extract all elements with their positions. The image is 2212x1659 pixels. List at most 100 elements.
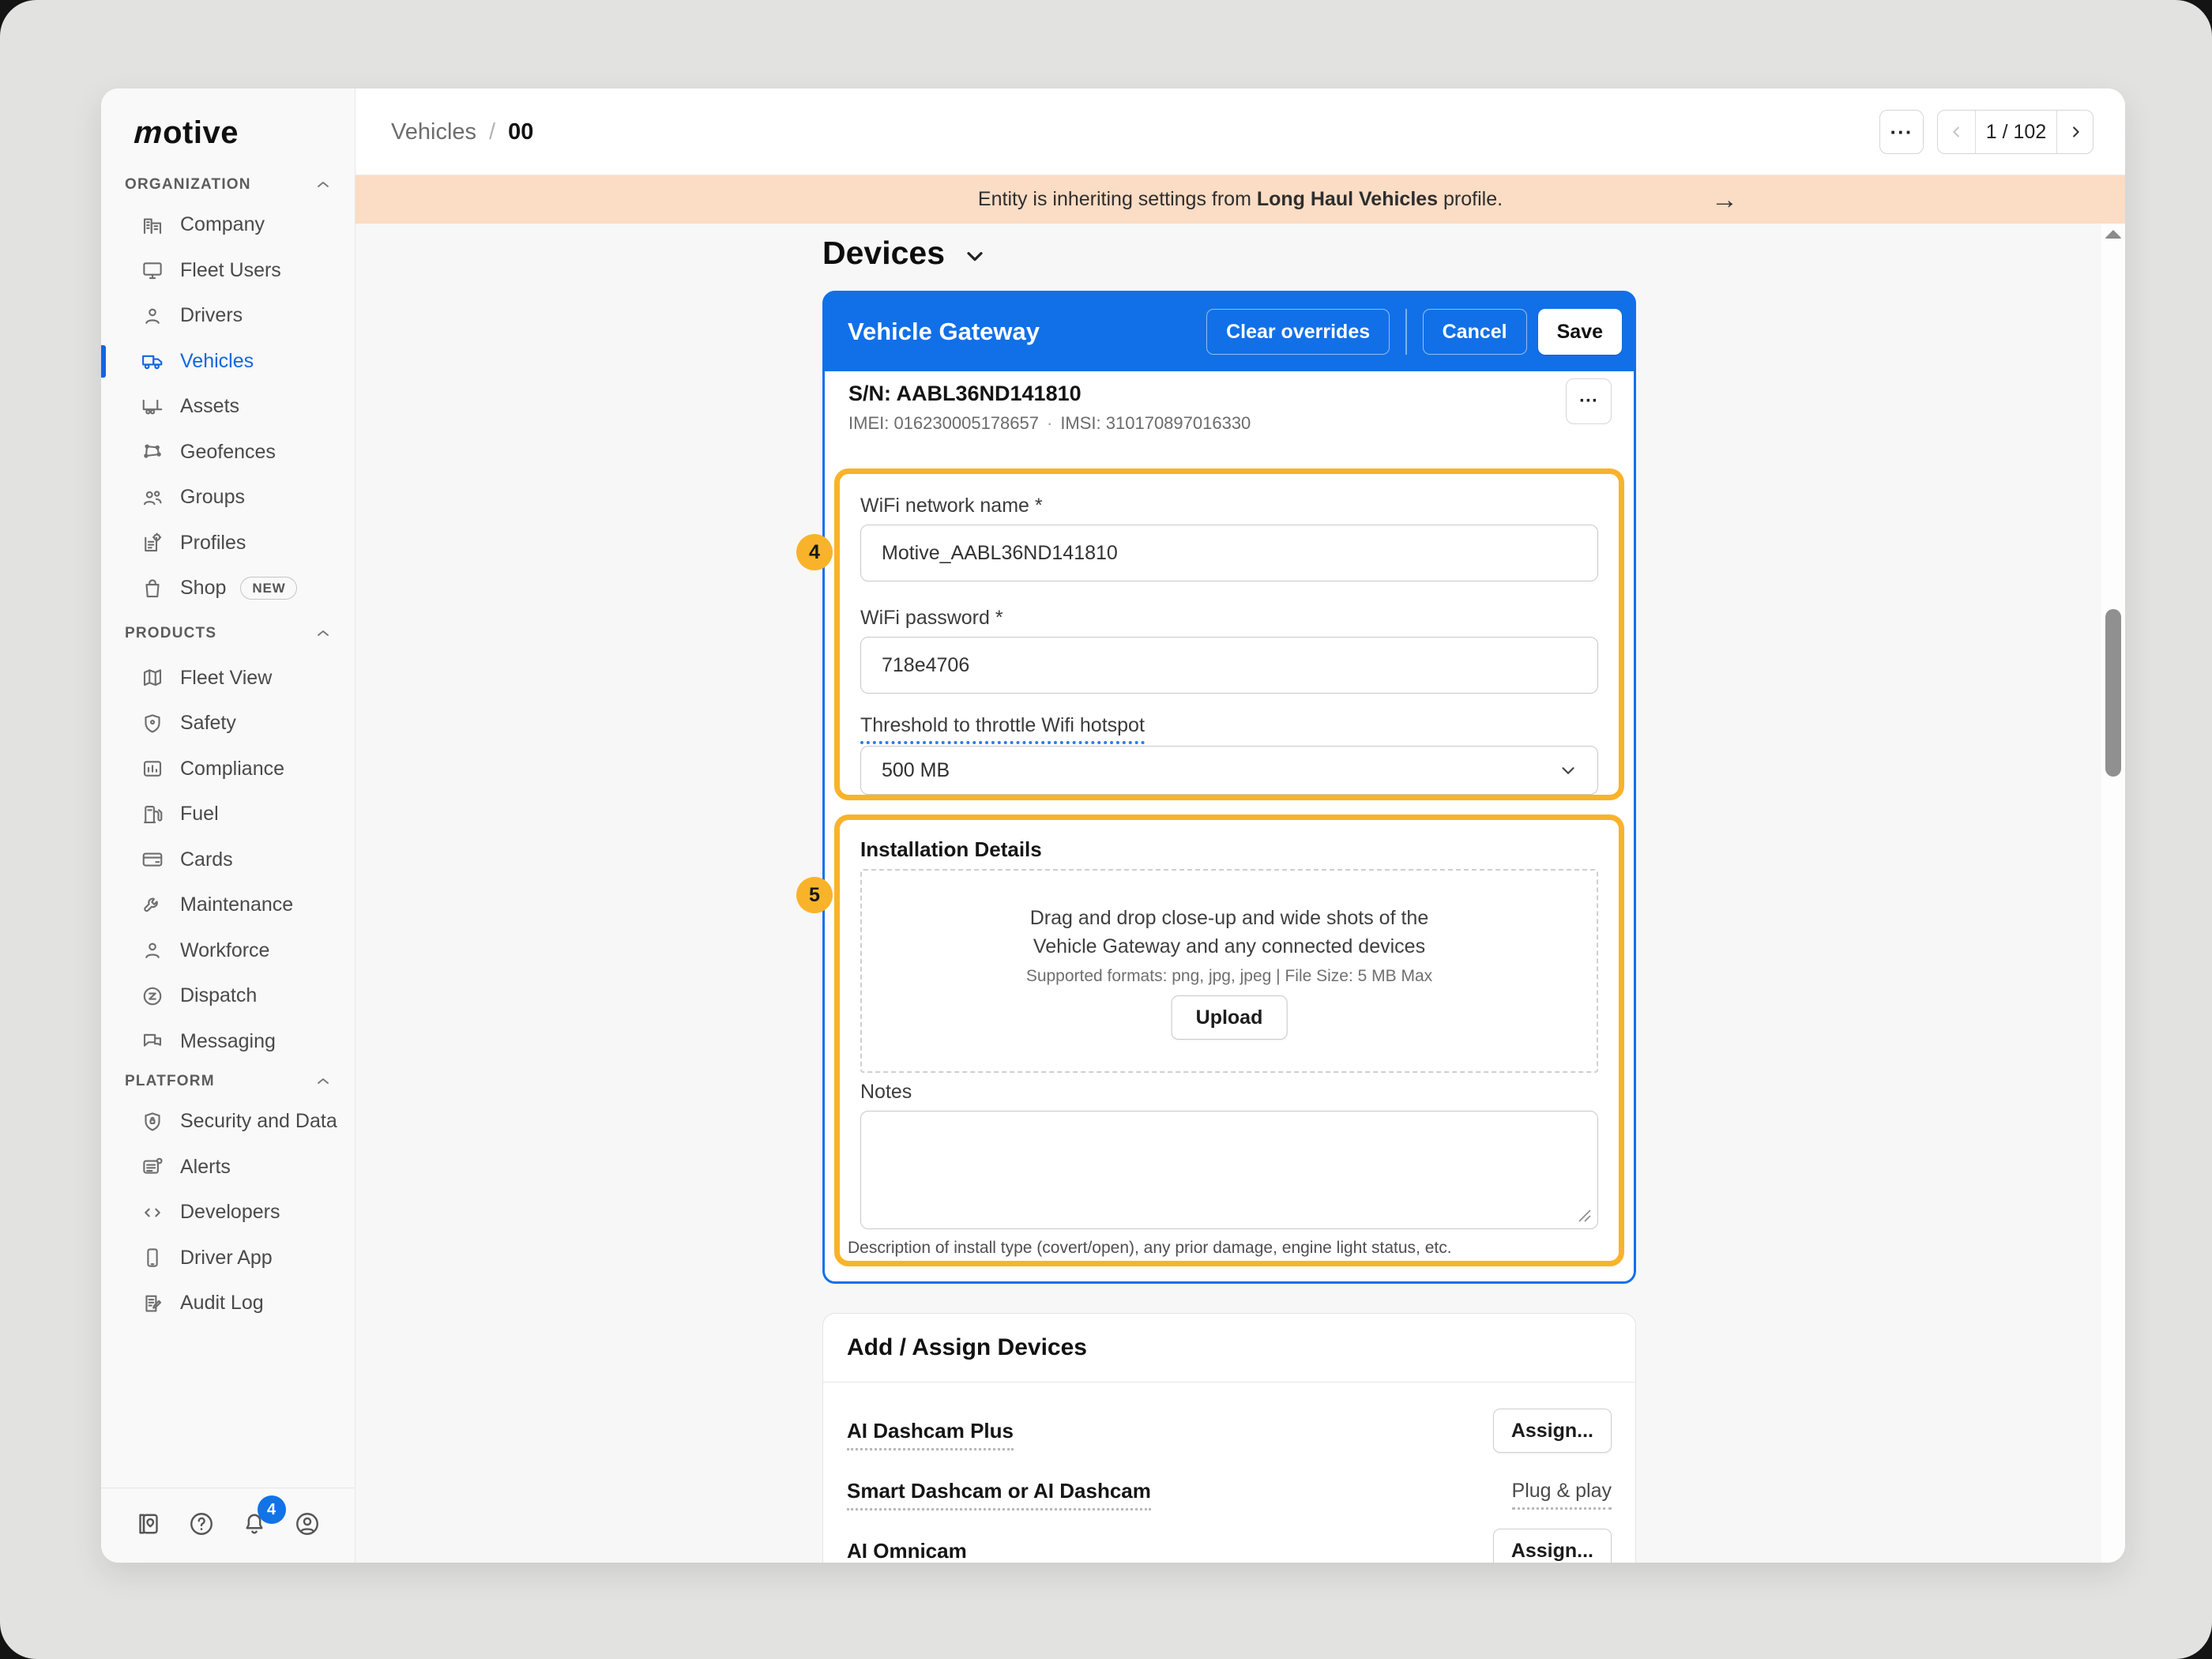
sidebar-item-security-and-data[interactable]: Security and Data [101,1099,355,1145]
sidebar-item-geofences[interactable]: Geofences [101,430,355,476]
devices-section-toggle[interactable]: Devices [822,235,988,272]
footer-notifications-button[interactable]: 4 [237,1508,272,1543]
sidebar-item-workforce[interactable]: Workforce [101,928,355,974]
sidebar-item-dispatch[interactable]: Dispatch [101,973,355,1019]
sidebar-item-groups[interactable]: Groups [101,475,355,521]
sidebar-item-cards[interactable]: Cards [101,837,355,883]
installation-details-title: Installation Details [860,837,1042,862]
dropzone-formats: Supported formats: png, jpg, jpeg | File… [862,967,1597,986]
sidebar-item-fuel[interactable]: Fuel [101,792,355,837]
inheritance-banner: Entity is inheriting settings from Long … [356,175,2125,224]
sidebar-item-safety[interactable]: Safety [101,701,355,747]
main-content: Devices Vehicle Gateway Clear overrides … [356,224,2101,1563]
assign-ai-omnicam-button[interactable]: Assign... [1493,1529,1612,1563]
add-assign-devices-card: Add / Assign Devices AI Dashcam PlusAssi… [822,1313,1636,1563]
dispatch-icon [141,984,164,1008]
scrollbar-track[interactable] [2101,224,2125,1563]
more-actions-button[interactable]: ··· [1879,110,1924,154]
code-icon [141,1201,164,1224]
pager-count: 1 / 102 [1976,111,2056,153]
vehicle-gateway-header: Vehicle Gateway Clear overrides Cancel S… [824,292,1635,371]
notes-label: Notes [860,1081,912,1104]
shield-lock-icon [141,1110,164,1134]
chevron-up-icon [314,1072,333,1091]
wrench-icon [141,893,164,917]
wifi-network-name-input[interactable] [860,525,1598,581]
sidebar-item-audit-log[interactable]: Audit Log [101,1281,355,1326]
resize-handle-icon[interactable] [1578,1209,1592,1223]
trailer-icon [141,395,164,419]
notes-textarea[interactable] [860,1111,1598,1229]
sidebar-item-messaging[interactable]: Messaging [101,1019,355,1065]
save-button[interactable]: Save [1538,309,1622,355]
footer-account-button[interactable] [290,1508,325,1543]
nav-section-platform[interactable]: PLATFORM [101,1064,355,1099]
sidebar: motive ORGANIZATION CompanyFleet UsersDr… [101,88,356,1563]
motive-logo[interactable]: motive [134,115,239,151]
chevron-up-icon [314,624,333,643]
upload-button[interactable]: Upload [1172,995,1288,1040]
banner-arrow-link[interactable]: → [1711,186,1738,213]
scroll-up-arrow-icon[interactable] [2105,230,2122,239]
page-header: Vehicles / 00 ··· 1 / 102 [356,88,2125,175]
pager-prev-button[interactable] [1938,111,1976,153]
phone-icon [141,1246,164,1270]
footer-help-button[interactable] [184,1508,219,1543]
wifi-network-name-label: WiFi network name * [860,495,1043,517]
footer-resources-button[interactable] [131,1508,166,1543]
logo-text: otive [163,115,239,150]
doc-pencil-icon [141,1292,164,1315]
clear-overrides-button[interactable]: Clear overrides [1206,309,1390,355]
wifi-password-input[interactable] [860,637,1598,694]
chevron-left-icon [1948,123,1966,141]
scrollbar-thumb[interactable] [2105,609,2121,777]
sidebar-item-alerts[interactable]: Alerts [101,1145,355,1191]
sidebar-item-drivers[interactable]: Drivers [101,293,355,339]
wifi-settings-highlight: WiFi network name * WiFi password * Thre… [834,468,1624,800]
smart-dashcam-plug-and-play-link[interactable]: Plug & play [1512,1480,1612,1503]
breadcrumb-vehicles-link[interactable]: Vehicles [391,119,476,145]
person-icon [141,304,164,328]
nav-section-products[interactable]: PRODUCTS [101,611,355,656]
sidebar-item-compliance[interactable]: Compliance [101,747,355,792]
sidebar-nav: ORGANIZATION CompanyFleet UsersDriversVe… [101,167,355,1326]
monitor-icon [141,258,164,282]
sidebar-item-assets[interactable]: Assets [101,384,355,430]
sidebar-item-company[interactable]: Company [101,202,355,248]
shopping-bag-icon [141,577,164,600]
photo-dropzone[interactable]: Drag and drop close-up and wide shots of… [860,869,1598,1073]
alert-doc-icon [141,1155,164,1179]
fuel-pump-icon [141,803,164,826]
notification-count-badge: 4 [258,1495,286,1524]
vehicle-gateway-card: Vehicle Gateway Clear overrides Cancel S… [822,291,1636,1284]
assign-ai-dashcam-plus-button[interactable]: Assign... [1493,1409,1612,1453]
sidebar-item-vehicles[interactable]: Vehicles [101,339,355,385]
device-more-button[interactable]: ··· [1566,378,1612,424]
chevron-up-icon [314,175,333,194]
dropzone-line2: Vehicle Gateway and any connected device… [862,935,1597,958]
breadcrumb-current: 00 [508,119,533,145]
polygon-icon [141,440,164,464]
wifi-threshold-select[interactable]: 500 MB [860,746,1598,795]
pager-next-button[interactable] [2056,111,2093,153]
chat-bubbles-icon [141,1029,164,1053]
chart-frame-icon [141,757,164,781]
sidebar-item-fleet-view[interactable]: Fleet View [101,656,355,702]
nav-section-organization[interactable]: ORGANIZATION [101,167,355,202]
new-badge: NEW [240,577,297,600]
imei-value: IMEI: 016230005178657 [848,413,1039,434]
document-gear-icon [141,531,164,555]
cancel-button[interactable]: Cancel [1423,309,1527,355]
people-icon [141,486,164,510]
banner-profile-name: Long Haul Vehicles [1257,188,1438,210]
sidebar-item-shop[interactable]: ShopNEW [101,566,355,611]
serial-number: S/N: AABL36ND141810 [848,382,1082,406]
sidebar-item-profiles[interactable]: Profiles [101,521,355,566]
help-icon [187,1510,216,1542]
imsi-value: IMSI: 310170897016330 [1060,413,1251,434]
sidebar-item-driver-app[interactable]: Driver App [101,1236,355,1281]
sidebar-item-developers[interactable]: Developers [101,1190,355,1236]
shield-icon [141,712,164,735]
sidebar-item-maintenance[interactable]: Maintenance [101,882,355,928]
sidebar-item-fleet-users[interactable]: Fleet Users [101,248,355,294]
